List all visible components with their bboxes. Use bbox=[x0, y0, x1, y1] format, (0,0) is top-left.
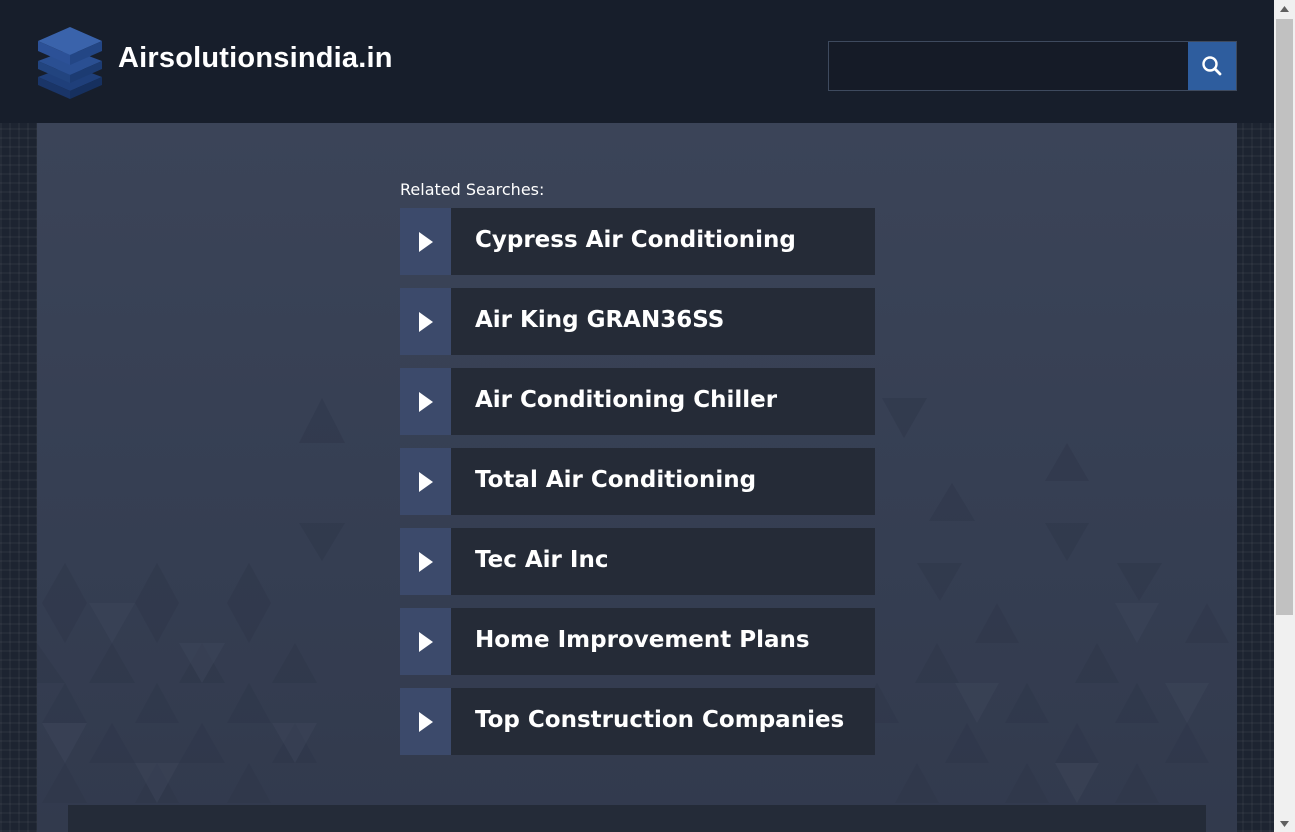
item-arrow-box bbox=[400, 448, 451, 515]
related-search-label[interactable]: Top Construction Companies bbox=[451, 688, 875, 755]
play-arrow-icon bbox=[418, 471, 433, 492]
search-input[interactable] bbox=[829, 42, 1188, 90]
scroll-up-arrow-icon[interactable] bbox=[1274, 0, 1295, 17]
item-arrow-box bbox=[400, 208, 451, 275]
item-arrow-box bbox=[400, 528, 451, 595]
play-arrow-icon bbox=[418, 631, 433, 652]
related-search-item[interactable]: Total Air Conditioning bbox=[400, 448, 875, 515]
site-header: Airsolutionsindia.in bbox=[0, 0, 1274, 123]
related-search-label[interactable]: Cypress Air Conditioning bbox=[451, 208, 875, 275]
related-search-label[interactable]: Tec Air Inc bbox=[451, 528, 875, 595]
item-arrow-box bbox=[400, 368, 451, 435]
related-search-label[interactable]: Total Air Conditioning bbox=[451, 448, 875, 515]
stacked-layers-icon[interactable] bbox=[36, 25, 104, 99]
play-arrow-icon bbox=[418, 391, 433, 412]
related-search-item[interactable]: Air Conditioning Chiller bbox=[400, 368, 875, 435]
related-search-item[interactable]: Top Construction Companies bbox=[400, 688, 875, 755]
play-arrow-icon bbox=[418, 711, 433, 732]
page-background: Airsolutionsindia.in Related Searches: C… bbox=[0, 0, 1274, 832]
search-button[interactable] bbox=[1188, 42, 1236, 90]
play-arrow-icon bbox=[418, 311, 433, 332]
related-search-item[interactable]: Tec Air Inc bbox=[400, 528, 875, 595]
related-search-item[interactable]: Home Improvement Plans bbox=[400, 608, 875, 675]
related-search-label[interactable]: Home Improvement Plans bbox=[451, 608, 875, 675]
related-search-item[interactable]: Cypress Air Conditioning bbox=[400, 208, 875, 275]
vertical-scrollbar[interactable] bbox=[1274, 0, 1295, 832]
item-arrow-box bbox=[400, 608, 451, 675]
related-search-item[interactable]: Air King GRAN36SS bbox=[400, 288, 875, 355]
play-arrow-icon bbox=[418, 551, 433, 572]
scrollbar-thumb[interactable] bbox=[1276, 19, 1293, 615]
item-arrow-box bbox=[400, 688, 451, 755]
footer-panel bbox=[68, 805, 1206, 832]
play-arrow-icon bbox=[418, 231, 433, 252]
related-searches-label: Related Searches: bbox=[400, 180, 545, 199]
site-title[interactable]: Airsolutionsindia.in bbox=[118, 42, 393, 75]
search-box bbox=[828, 41, 1237, 91]
related-search-label[interactable]: Air Conditioning Chiller bbox=[451, 368, 875, 435]
scroll-down-arrow-icon[interactable] bbox=[1274, 815, 1295, 832]
related-searches: Related Searches: Cypress Air Conditioni… bbox=[400, 181, 875, 768]
related-search-label[interactable]: Air King GRAN36SS bbox=[451, 288, 875, 355]
item-arrow-box bbox=[400, 288, 451, 355]
main-content: Related Searches: Cypress Air Conditioni… bbox=[37, 123, 1237, 832]
search-icon bbox=[1202, 56, 1222, 76]
